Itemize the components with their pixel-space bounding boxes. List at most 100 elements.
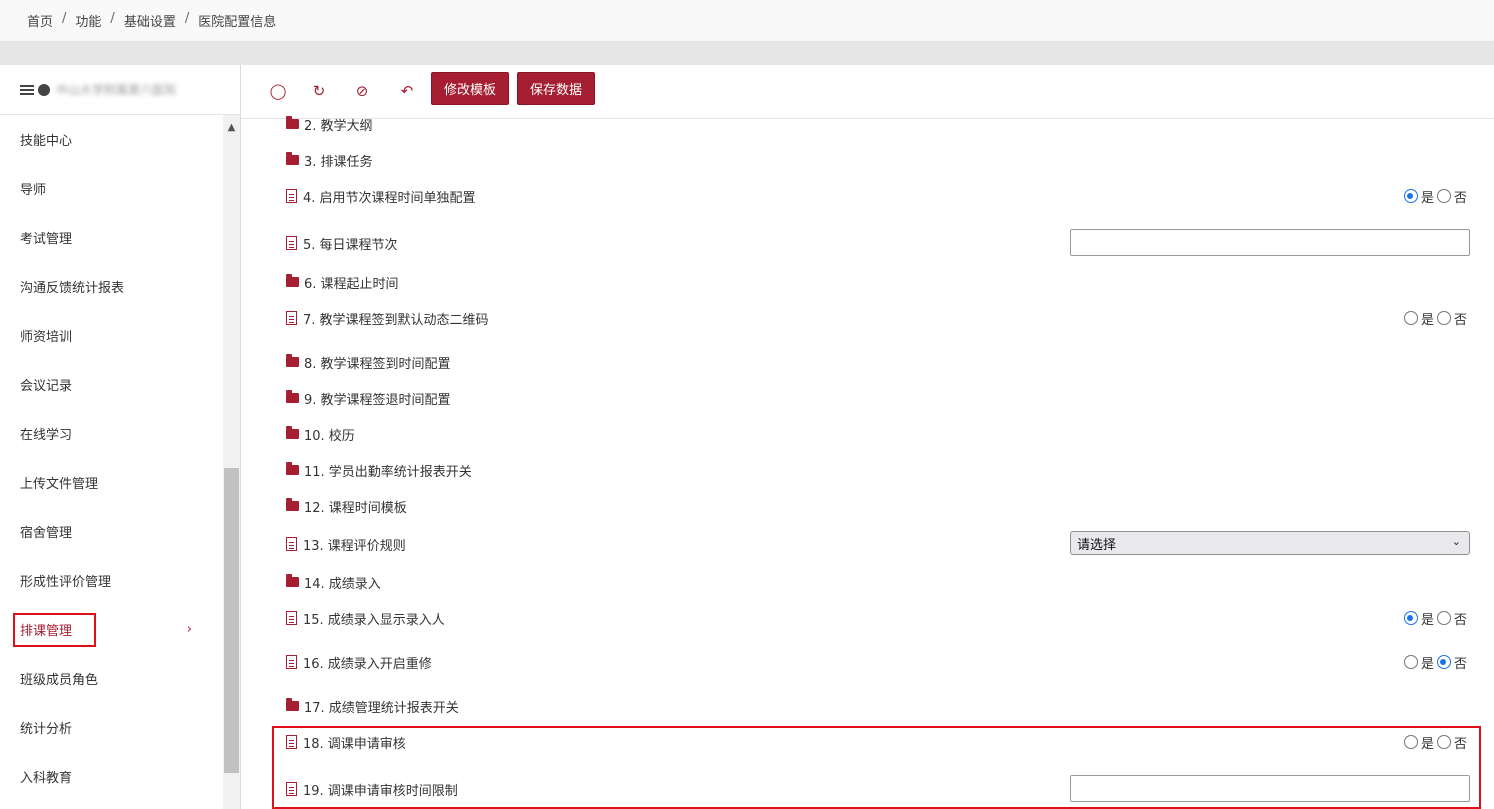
folder-icon [286, 498, 299, 511]
file-icon [286, 311, 297, 325]
eye-slash-icon[interactable]: ⊘ [351, 81, 373, 101]
header-spacer [0, 42, 1494, 65]
sidebar-item-label: 形成性评价管理 [20, 575, 112, 590]
save-data-button[interactable]: 保存数据 [517, 72, 596, 105]
config-item-label: 10. 校历 [304, 428, 355, 444]
config-item-label: 5. 每日课程节次 [303, 237, 398, 253]
config-item-11[interactable]: 11. 学员出勤率统计报表开关 [286, 460, 472, 480]
sidebar-item-statistics[interactable]: 统计分析 [0, 703, 222, 752]
breadcrumb-separator: / [184, 11, 190, 26]
config-item-2[interactable]: 2. 教学大纲 [286, 114, 373, 134]
folder-icon [286, 390, 299, 403]
breadcrumb-basic-settings[interactable]: 基础设置 [124, 11, 176, 30]
radio-yes-label: 是 [1420, 312, 1434, 328]
undo-icon[interactable]: ↶ [396, 81, 418, 101]
config-item-16-radio-group: 是 否 [1403, 652, 1470, 672]
config-item-17[interactable]: 17. 成绩管理统计报表开关 [286, 696, 459, 716]
top-bar: 首页 / 功能 / 基础设置 / 医院配置信息 [0, 0, 1494, 42]
hospital-name: 中山大学附属第六医院 [56, 83, 177, 97]
folder-icon [286, 574, 299, 587]
folder-icon [286, 426, 299, 439]
config-item-label: 15. 成绩录入显示录入人 [303, 612, 445, 628]
sidebar-item-label: 导师 [20, 183, 47, 198]
edit-template-button[interactable]: 修改模板 [431, 72, 510, 105]
sidebar-item-file-upload[interactable]: 上传文件管理 [0, 458, 222, 507]
config-item-label: 19. 调课申请审核时间限制 [303, 783, 458, 799]
radio-no[interactable] [1436, 189, 1451, 203]
radio-no[interactable] [1436, 611, 1451, 625]
breadcrumb-separator: / [62, 11, 67, 26]
sidebar-item-label: 在线学习 [20, 428, 73, 443]
radio-yes[interactable] [1403, 311, 1418, 325]
menu-toggle-icon[interactable] [20, 84, 34, 95]
config-item-8[interactable]: 8. 教学课程签到时间配置 [286, 352, 451, 372]
radio-yes[interactable] [1403, 189, 1418, 203]
radio-no-label: 否 [1453, 736, 1467, 752]
breadcrumb-home[interactable]: 首页 [27, 11, 53, 30]
file-icon [286, 782, 297, 796]
config-item-14[interactable]: 14. 成绩录入 [286, 572, 381, 592]
sidebar-item-meeting-records[interactable]: 会议记录 [0, 360, 222, 409]
config-item-7-radio-group: 是 否 [1403, 308, 1470, 328]
config-item-4: 4. 启用节次课程时间单独配置 [286, 186, 476, 206]
radio-no[interactable] [1436, 311, 1451, 325]
config-item-10[interactable]: 10. 校历 [286, 424, 355, 444]
config-item-label: 6. 课程起止时间 [304, 276, 399, 292]
sidebar-item-dormitory[interactable]: 宿舍管理 [0, 507, 222, 556]
config-item-label: 2. 教学大纲 [304, 118, 373, 134]
config-item-3[interactable]: 3. 排课任务 [286, 150, 373, 170]
config-item-6[interactable]: 6. 课程起止时间 [286, 272, 399, 292]
sidebar-item-exam-management[interactable]: 考试管理 [0, 213, 222, 262]
folder-icon [286, 354, 299, 367]
config-item-12[interactable]: 12. 课程时间模板 [286, 496, 407, 516]
radio-yes[interactable] [1403, 655, 1418, 669]
radio-yes[interactable] [1403, 735, 1418, 749]
config-item-13: 13. 课程评价规则 [286, 534, 406, 554]
sidebar-item-class-roles[interactable]: 班级成员角色 [0, 654, 222, 703]
sidebar-scrollbar[interactable]: ▲ [223, 115, 240, 809]
config-item-label: 3. 排课任务 [304, 154, 373, 170]
config-item-label: 9. 教学课程签退时间配置 [304, 392, 451, 408]
scroll-up-icon[interactable]: ▲ [223, 122, 240, 133]
daily-periods-input[interactable] [1070, 229, 1470, 256]
sidebar-menu: 技能中心 导师 考试管理 沟通反馈统计报表 师资培训 会议记录 在线学习 上传文… [0, 115, 222, 809]
sidebar-item-label: 会议记录 [20, 379, 73, 394]
review-time-limit-input[interactable] [1070, 775, 1470, 802]
config-item-label: 16. 成绩录入开启重修 [303, 656, 432, 672]
file-icon [286, 236, 297, 250]
sidebar-item-mentor[interactable]: 导师 [0, 164, 222, 213]
radio-yes[interactable] [1403, 611, 1418, 625]
config-item-label: 12. 课程时间模板 [304, 500, 407, 516]
lightbulb-icon[interactable]: ◯ [267, 81, 289, 101]
sidebar-item-label: 考试管理 [20, 232, 73, 247]
breadcrumb-separator: / [110, 11, 115, 26]
sidebar-item-formative-evaluation[interactable]: 形成性评价管理 [0, 556, 222, 605]
folder-icon [286, 698, 299, 711]
config-item-label: 13. 课程评价规则 [303, 538, 406, 554]
select-value: 请选择 [1077, 537, 1117, 553]
radio-no[interactable] [1436, 655, 1451, 669]
sidebar-item-teacher-training[interactable]: 师资培训 [0, 311, 222, 360]
sidebar-item-online-learning[interactable]: 在线学习 [0, 409, 222, 458]
breadcrumb-function[interactable]: 功能 [75, 11, 101, 30]
radio-yes-label: 是 [1420, 190, 1434, 206]
sidebar-item-feedback-report[interactable]: 沟通反馈统计报表 [0, 262, 222, 311]
sidebar-item-label: 师资培训 [20, 330, 73, 345]
config-item-19: 19. 调课申请审核时间限制 [286, 779, 458, 799]
sidebar-header: 中山大学附属第六医院 [0, 65, 240, 115]
config-item-16: 16. 成绩录入开启重修 [286, 652, 432, 672]
refresh-icon[interactable]: ↻ [308, 81, 330, 101]
radio-yes-label: 是 [1420, 656, 1434, 672]
sidebar: 中山大学附属第六医院 技能中心 导师 考试管理 沟通反馈统计报表 师资培训 会议… [0, 65, 241, 809]
scrollbar-thumb[interactable] [224, 468, 239, 773]
sidebar-item-label: 技能中心 [20, 134, 73, 149]
sidebar-item-label: 宿舍管理 [20, 526, 73, 541]
radio-yes-label: 是 [1420, 612, 1434, 628]
sidebar-item-label: 上传文件管理 [20, 477, 99, 492]
config-item-9[interactable]: 9. 教学课程签退时间配置 [286, 388, 451, 408]
evaluation-rule-select[interactable]: 请选择 ⌄ [1070, 531, 1470, 555]
sidebar-item-orientation[interactable]: 入科教育 [0, 752, 222, 801]
sidebar-item-label: 统计分析 [20, 722, 73, 737]
radio-no[interactable] [1436, 735, 1451, 749]
sidebar-item-skills-center[interactable]: 技能中心 [0, 115, 222, 164]
